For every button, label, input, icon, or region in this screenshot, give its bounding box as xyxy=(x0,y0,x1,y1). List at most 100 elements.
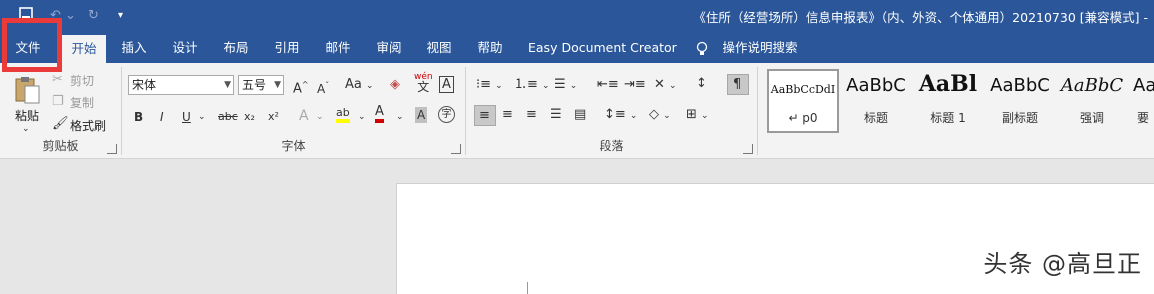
clipboard-group: 粘贴 ⌄ ✂ 剪切 ❐ 复制 🖌 格式刷 剪贴板 xyxy=(0,63,121,158)
enclose-characters-icon[interactable]: 字 xyxy=(438,106,455,123)
style-sample: AaBbCcDdI xyxy=(770,83,836,96)
style-name: 强调 xyxy=(1079,111,1104,125)
tab-references[interactable]: 引用 xyxy=(269,32,305,63)
font-group-label: 字体 xyxy=(281,139,306,153)
redo-icon[interactable]: ↻ xyxy=(88,6,99,26)
change-case-icon[interactable]: Aa ⌄ xyxy=(345,77,374,94)
chevron-down-icon: ▼ xyxy=(224,80,231,90)
style-name: 要 xyxy=(1137,111,1150,125)
decrease-indent-icon[interactable]: ⇤≡ xyxy=(597,77,619,93)
line-spacing-icon[interactable]: ↕≡ ⌄ xyxy=(604,107,637,124)
grow-font-icon[interactable]: A^ xyxy=(293,77,309,97)
superscript-button[interactable]: x² xyxy=(268,109,279,125)
tab-help[interactable]: 帮助 xyxy=(472,32,508,63)
tab-home[interactable]: 开始 xyxy=(62,35,106,63)
align-center-icon[interactable]: ≡ xyxy=(502,107,513,123)
chevron-down-icon: ▼ xyxy=(274,80,281,90)
style-strong[interactable]: Aa 要 xyxy=(1129,69,1154,133)
tell-me-search[interactable]: 操作说明搜索 xyxy=(718,32,802,63)
pilcrow-icon: ¶ xyxy=(733,77,742,92)
clipboard-group-label: 剪贴板 xyxy=(42,139,79,153)
format-painter-icon: 🖌 xyxy=(52,116,69,131)
tab-easy-document-creator[interactable]: Easy Document Creator xyxy=(528,32,677,63)
tab-layout[interactable]: 布局 xyxy=(218,32,254,63)
tab-insert[interactable]: 插入 xyxy=(116,32,152,63)
style-emphasis[interactable]: AaBbC 强调 xyxy=(1057,69,1127,133)
text-effects-icon[interactable]: A xyxy=(299,108,309,124)
tab-design[interactable]: 设计 xyxy=(167,32,203,63)
cut-icon: ✂ xyxy=(52,72,63,87)
underline-button[interactable]: U xyxy=(182,109,191,125)
borders-icon[interactable]: ⊞ ⌄ xyxy=(686,107,709,124)
copy-button[interactable]: 复制 xyxy=(70,94,94,111)
paragraph-group: ⁝≡ ⌄ ⒈≡ ⌄ ☰ ⌄ ⇤≡ ⇥≡ ✕ ⌄ ↕ ¶ ≡ ≡ ≡ ☰ ▤ ↕≡… xyxy=(466,63,757,158)
style-sample: Aa xyxy=(1133,75,1154,96)
style-heading-1[interactable]: AaBl 标题 1 xyxy=(913,69,983,133)
chevron-down-icon[interactable]: ⌄ xyxy=(358,109,366,125)
strikethrough-button[interactable]: abc xyxy=(218,109,238,125)
style-name: 标题 1 xyxy=(930,111,966,125)
style-title[interactable]: AaBbC 标题 xyxy=(841,69,911,133)
customize-icon[interactable]: ▾ xyxy=(118,6,123,26)
style-name: 标题 xyxy=(863,111,888,125)
highlight-color-icon[interactable]: ab xyxy=(336,106,350,123)
justify-icon[interactable]: ☰ xyxy=(550,107,562,123)
tab-review[interactable]: 审阅 xyxy=(371,32,407,63)
align-right-icon[interactable]: ≡ xyxy=(526,107,537,123)
paste-icon[interactable] xyxy=(13,75,43,110)
distributed-icon[interactable]: ▤ xyxy=(574,107,586,123)
style-sample: AaBl xyxy=(918,71,978,97)
tab-mailings[interactable]: 邮件 xyxy=(320,32,356,63)
multilevel-list-icon[interactable]: ☰ ⌄ xyxy=(554,77,577,94)
style-sample: AaBbC xyxy=(990,75,1050,96)
character-border-icon[interactable]: A xyxy=(439,76,454,93)
align-left-button[interactable]: ≡ xyxy=(474,105,496,126)
copy-icon: ❐ xyxy=(52,94,64,109)
styles-gallery: AaBbCcDdI ↵ p0 AaBbC 标题 AaBl 标题 1 AaBbC … xyxy=(767,69,1154,135)
cut-button[interactable]: 剪切 xyxy=(70,72,94,89)
lightbulb-icon xyxy=(692,32,712,63)
subscript-button[interactable]: x₂ xyxy=(244,109,255,125)
increase-indent-icon[interactable]: ⇥≡ xyxy=(624,77,646,93)
chevron-down-icon[interactable]: ⌄ xyxy=(198,109,206,125)
chinese-layout-icon[interactable]: ✕ ⌄ xyxy=(654,77,677,94)
paragraph-group-label: 段落 xyxy=(599,139,624,153)
tab-view[interactable]: 视图 xyxy=(421,32,457,63)
undo-icon[interactable]: ↶ ⌄ xyxy=(50,6,76,26)
group-divider xyxy=(757,67,758,155)
save-icon[interactable] xyxy=(18,6,34,26)
watermark-text: 头条 @高旦正 xyxy=(983,250,1142,278)
paste-dropdown-icon[interactable]: ⌄ xyxy=(22,121,30,137)
font-size-combo[interactable]: 五号 ▼ xyxy=(238,75,284,95)
paragraph-launcher-icon[interactable] xyxy=(743,144,753,154)
margin-corner-mark xyxy=(527,282,528,294)
chevron-down-icon[interactable]: ⌄ xyxy=(396,109,404,125)
clear-formatting-icon[interactable]: ◈ xyxy=(390,77,400,93)
style-name: ↵ p0 xyxy=(788,111,818,125)
bullets-icon[interactable]: ⁝≡ ⌄ xyxy=(476,77,503,94)
clipboard-launcher-icon[interactable] xyxy=(107,144,117,154)
format-painter-button[interactable]: 格式刷 xyxy=(70,117,106,134)
font-color-icon[interactable]: A xyxy=(375,105,384,123)
character-shading-icon[interactable]: A xyxy=(415,107,428,123)
ribbon-home: 粘贴 ⌄ ✂ 剪切 ❐ 复制 🖌 格式刷 剪贴板 宋体 ▼ 五号 ▼ A^ Aˇ… xyxy=(0,63,1154,159)
bold-button[interactable]: B xyxy=(134,109,143,125)
style-name: 副标题 xyxy=(1001,111,1038,125)
sort-icon[interactable]: ↕ xyxy=(696,76,707,92)
tab-file[interactable]: 文件 xyxy=(8,32,48,63)
font-name-combo[interactable]: 宋体 ▼ xyxy=(128,75,234,95)
font-group: 宋体 ▼ 五号 ▼ A^ Aˇ Aa ⌄ ◈ wén 文 A B I U ⌄ ab… xyxy=(122,63,465,158)
style-subtitle[interactable]: AaBbC 副标题 xyxy=(985,69,1055,133)
font-size-value: 五号 xyxy=(242,78,267,92)
align-left-icon: ≡ xyxy=(479,108,490,123)
title-bar: ↶ ⌄ ↻ ▾ 《住所（经营场所）信息申报表》（内、外资、个体通用）202107… xyxy=(0,0,1154,32)
font-launcher-icon[interactable] xyxy=(451,144,461,154)
shrink-font-icon[interactable]: Aˇ xyxy=(317,78,329,97)
style-p0[interactable]: AaBbCcDdI ↵ p0 xyxy=(767,69,839,133)
italic-button[interactable]: I xyxy=(160,109,164,125)
phonetic-guide-icon[interactable]: wén 文 xyxy=(414,72,433,94)
show-marks-button[interactable]: ¶ xyxy=(727,74,749,95)
numbering-icon[interactable]: ⒈≡ ⌄ xyxy=(514,77,550,94)
shading-icon[interactable]: ◇ ⌄ xyxy=(649,107,671,124)
document-area: 头条 @高旦正 xyxy=(0,159,1154,294)
